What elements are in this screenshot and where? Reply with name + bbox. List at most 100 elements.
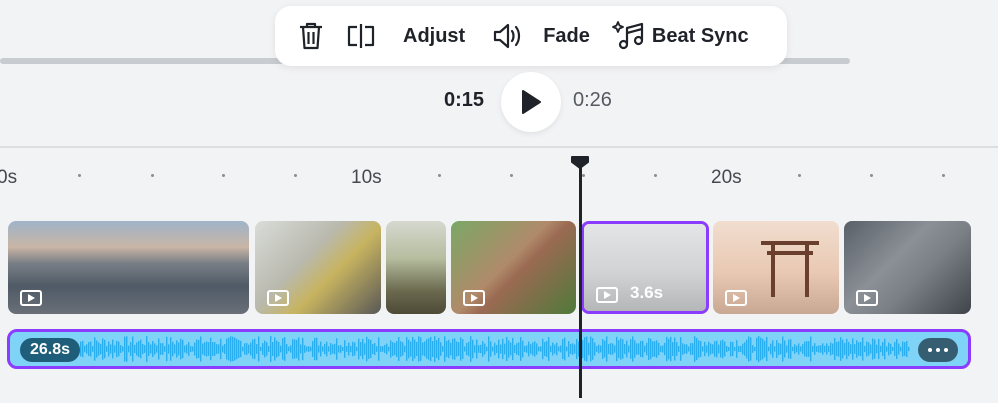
audio-track[interactable]: 26.8s [7,329,971,369]
waveform-bar [684,344,686,354]
waveform-bar [654,341,656,357]
waveform-bar [454,338,456,360]
waveform-bar [572,343,574,355]
waveform-bar [722,339,724,359]
waveform-bar [302,337,304,361]
waveform-bar [476,339,478,359]
waveform-bar [552,342,554,356]
waveform-bar [798,343,800,355]
waveform-bar [520,337,522,361]
waveform-bar [242,346,244,352]
waveform-bar [328,346,330,352]
video-icon [267,290,289,306]
waveform-bar [90,341,92,357]
waveform-bar [750,337,752,361]
waveform-bar [364,343,366,355]
waveform-bar [854,344,856,354]
clip-red-panda[interactable] [451,221,576,314]
waveform-bar [814,343,816,355]
clip-foggy-motorbike[interactable]: 3.6s [581,221,709,314]
volume-button[interactable] [485,14,529,58]
waveform-bar [174,344,176,354]
fade-button[interactable]: Fade [535,14,598,58]
waveform-bar [716,340,718,358]
adjust-button[interactable]: Adjust [395,14,473,58]
waveform-bar [372,344,374,354]
waveform-bar [114,345,116,353]
waveform-bar [736,340,738,358]
waveform-bar [858,342,860,356]
waveform-bar [708,341,710,357]
waveform-bar [692,343,694,355]
divider [0,146,998,148]
waveform-bar [162,343,164,355]
waveform-bar [830,342,832,356]
waveform-bar [366,336,368,362]
waveform-bar [608,343,610,355]
waveform-bar [756,337,758,361]
ruler-tick [78,174,81,177]
waveform-bar [876,344,878,354]
waveform-bar [460,337,462,361]
waveform-bar [804,341,806,357]
waveform-bar [412,337,414,361]
waveform-bar [308,346,310,352]
waveform-bar [312,341,314,357]
waveform-bar [602,339,604,359]
waveform-bar [770,343,772,355]
waveform-bar [320,341,322,357]
waveform-bar [760,337,762,361]
waveform-bar [664,342,666,356]
waveform-bar [724,341,726,357]
waveform-bar [172,341,174,357]
waveform-bar [388,346,390,352]
waveform-bar [504,343,506,355]
waveform-bar [268,346,270,352]
waveform-bar [564,337,566,361]
clip-food-bowl[interactable] [386,221,446,314]
play-button[interactable] [501,72,561,132]
waveform-bar [266,342,268,356]
waveform-bar [852,338,854,360]
more-dot [936,348,940,352]
waveform-bar [420,337,422,361]
clip-milky-way[interactable] [844,221,971,314]
waveform-bar [140,339,142,359]
waveform-bar [360,342,362,356]
clip-torii-gate[interactable] [713,221,839,314]
waveform-bar [380,346,382,352]
waveform-bar [422,342,424,356]
waveform-bar [902,341,904,357]
waveform-bar [672,342,674,356]
more-dot [944,348,948,352]
waveform-bar [292,339,294,359]
ruler-tick [151,174,154,177]
delete-button[interactable] [289,14,333,58]
waveform-bar [794,344,796,354]
waveform-bar [872,338,874,360]
waveform-bar [510,342,512,356]
waveform-bar [404,345,406,353]
waveform-bar [126,336,128,362]
clip-girl-at-laptop[interactable] [255,221,381,314]
waveform-bar [468,341,470,357]
clip-city-skyline[interactable] [8,221,249,314]
audio-more-button[interactable] [918,338,958,362]
waveform-bar [200,336,202,362]
waveform-bar [658,342,660,356]
waveform-bar [620,338,622,360]
sparkle-music-icon [612,21,644,50]
waveform-bar [418,336,420,362]
split-button[interactable] [339,14,383,58]
more-dot [928,348,932,352]
waveform-bar [484,343,486,355]
waveform-bar [310,346,312,352]
waveform-bar [160,343,162,355]
waveform-bar [738,345,740,353]
waveform-bar [790,339,792,359]
beat-sync-button[interactable]: Beat Sync [604,14,757,58]
playhead[interactable] [579,166,582,398]
waveform-bar [352,341,354,357]
waveform-bar [120,345,122,353]
waveform-bar [548,337,550,361]
